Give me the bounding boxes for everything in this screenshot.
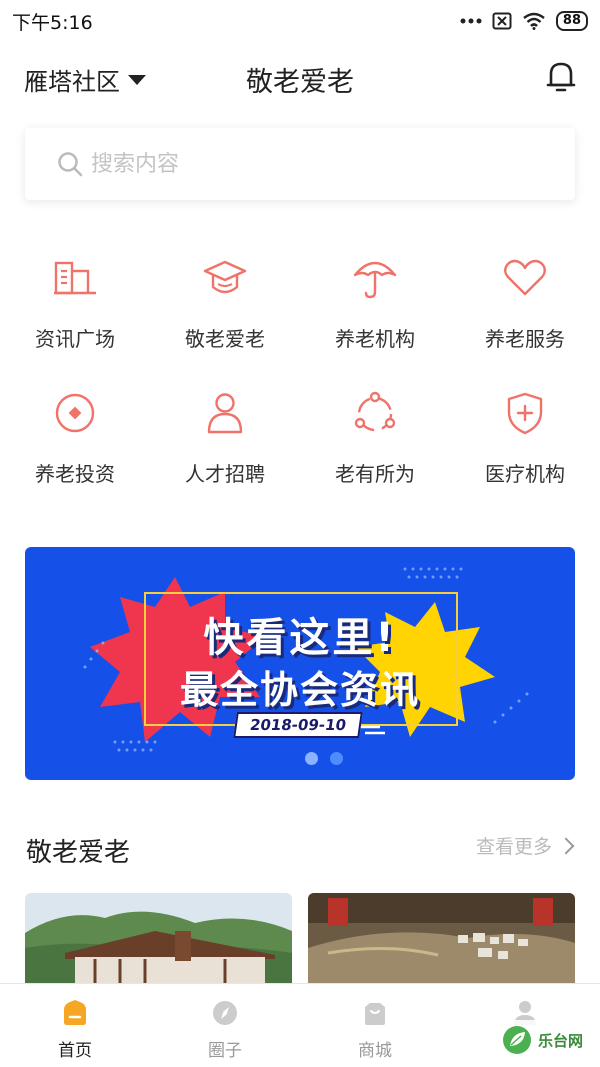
- banner-headline: 快看这里!: [203, 615, 397, 661]
- wifi-icon: [523, 12, 545, 30]
- carousel-dot-active[interactable]: [330, 752, 343, 765]
- battery-level: 88: [555, 11, 588, 31]
- network-icon: [354, 391, 396, 432]
- grid-item-elder-contribution[interactable]: 老有所为: [300, 390, 450, 487]
- status-icons: 88: [460, 11, 588, 31]
- person-icon: [207, 393, 243, 434]
- promo-banner[interactable]: 快看这里! 最全协会资讯 2018-09-10: [25, 547, 575, 780]
- grid-item-institutions[interactable]: 养老机构: [300, 255, 450, 352]
- banner-subheadline: 最全协会资讯: [179, 668, 420, 712]
- grid-label: 敬老爱老: [185, 327, 265, 351]
- grid-label: 老有所为: [335, 462, 415, 486]
- grid-label: 养老机构: [335, 327, 415, 351]
- article-thumbnail: [308, 893, 575, 993]
- tab-home[interactable]: 首页: [0, 984, 150, 1067]
- search-icon: [58, 152, 83, 177]
- tab-circle[interactable]: 圈子: [150, 984, 300, 1067]
- grid-label: 医疗机构: [485, 462, 565, 486]
- function-grid: 资讯广场 敬老爱老 养老机构 养老服务 养老投资 人才招聘 老有所为 医疗机构: [0, 255, 600, 487]
- carousel-dot[interactable]: [305, 752, 318, 765]
- status-bar: 下午5:16 88: [0, 0, 600, 42]
- grid-item-medical[interactable]: 医疗机构: [450, 390, 600, 487]
- caret-down-icon: [128, 74, 146, 85]
- graduation-cap-icon: [203, 260, 247, 294]
- umbrella-icon: [353, 261, 397, 299]
- article-card[interactable]: [308, 893, 575, 993]
- tab-label: 商城: [358, 1041, 392, 1061]
- banner-date: 2018-09-10: [233, 712, 363, 738]
- grid-label: 养老投资: [35, 462, 115, 486]
- home-icon: [64, 1000, 86, 1025]
- compass-icon: [213, 1001, 237, 1025]
- tab-label: 首页: [58, 1041, 92, 1061]
- grid-label: 人才招聘: [185, 462, 265, 486]
- grid-label: 养老服务: [485, 327, 565, 351]
- grid-item-respect-elderly[interactable]: 敬老爱老: [150, 255, 300, 352]
- shop-bag-icon: [365, 1003, 385, 1025]
- search-box[interactable]: [25, 128, 575, 200]
- chevron-right-icon: [557, 837, 575, 854]
- grid-item-news[interactable]: 资讯广场: [0, 255, 150, 352]
- search-input[interactable]: [91, 151, 531, 177]
- carousel-indicator: [305, 752, 343, 765]
- status-time: 下午5:16: [12, 11, 93, 34]
- grid-label: 资讯广场: [35, 327, 115, 351]
- community-name: 雁塔社区: [24, 68, 120, 96]
- building-icon: [54, 261, 96, 295]
- target-icon: [55, 393, 95, 433]
- signal-dots-icon: [460, 18, 482, 24]
- shield-plus-icon: [507, 392, 543, 435]
- grid-item-recruitment[interactable]: 人才招聘: [150, 390, 300, 487]
- view-more-label: 查看更多: [475, 836, 552, 858]
- watermark: 乐台网: [500, 1020, 594, 1060]
- view-more-link[interactable]: 查看更多: [475, 832, 575, 859]
- heart-icon: [504, 259, 546, 296]
- leaf-logo-icon: [503, 1026, 531, 1054]
- no-sim-icon: [492, 12, 512, 30]
- section-title: 敬老爱老: [26, 838, 131, 868]
- article-card[interactable]: [25, 893, 292, 993]
- bell-icon[interactable]: [546, 60, 576, 94]
- community-selector[interactable]: 雁塔社区: [24, 62, 146, 97]
- grid-item-services[interactable]: 养老服务: [450, 255, 600, 352]
- tab-shop[interactable]: 商城: [300, 984, 450, 1067]
- tab-label: 圈子: [208, 1041, 242, 1061]
- watermark-text: 乐台网: [538, 1031, 584, 1050]
- header: 雁塔社区 敬老爱老: [0, 52, 600, 104]
- article-thumbnail: [25, 893, 292, 993]
- grid-item-investment[interactable]: 养老投资: [0, 390, 150, 487]
